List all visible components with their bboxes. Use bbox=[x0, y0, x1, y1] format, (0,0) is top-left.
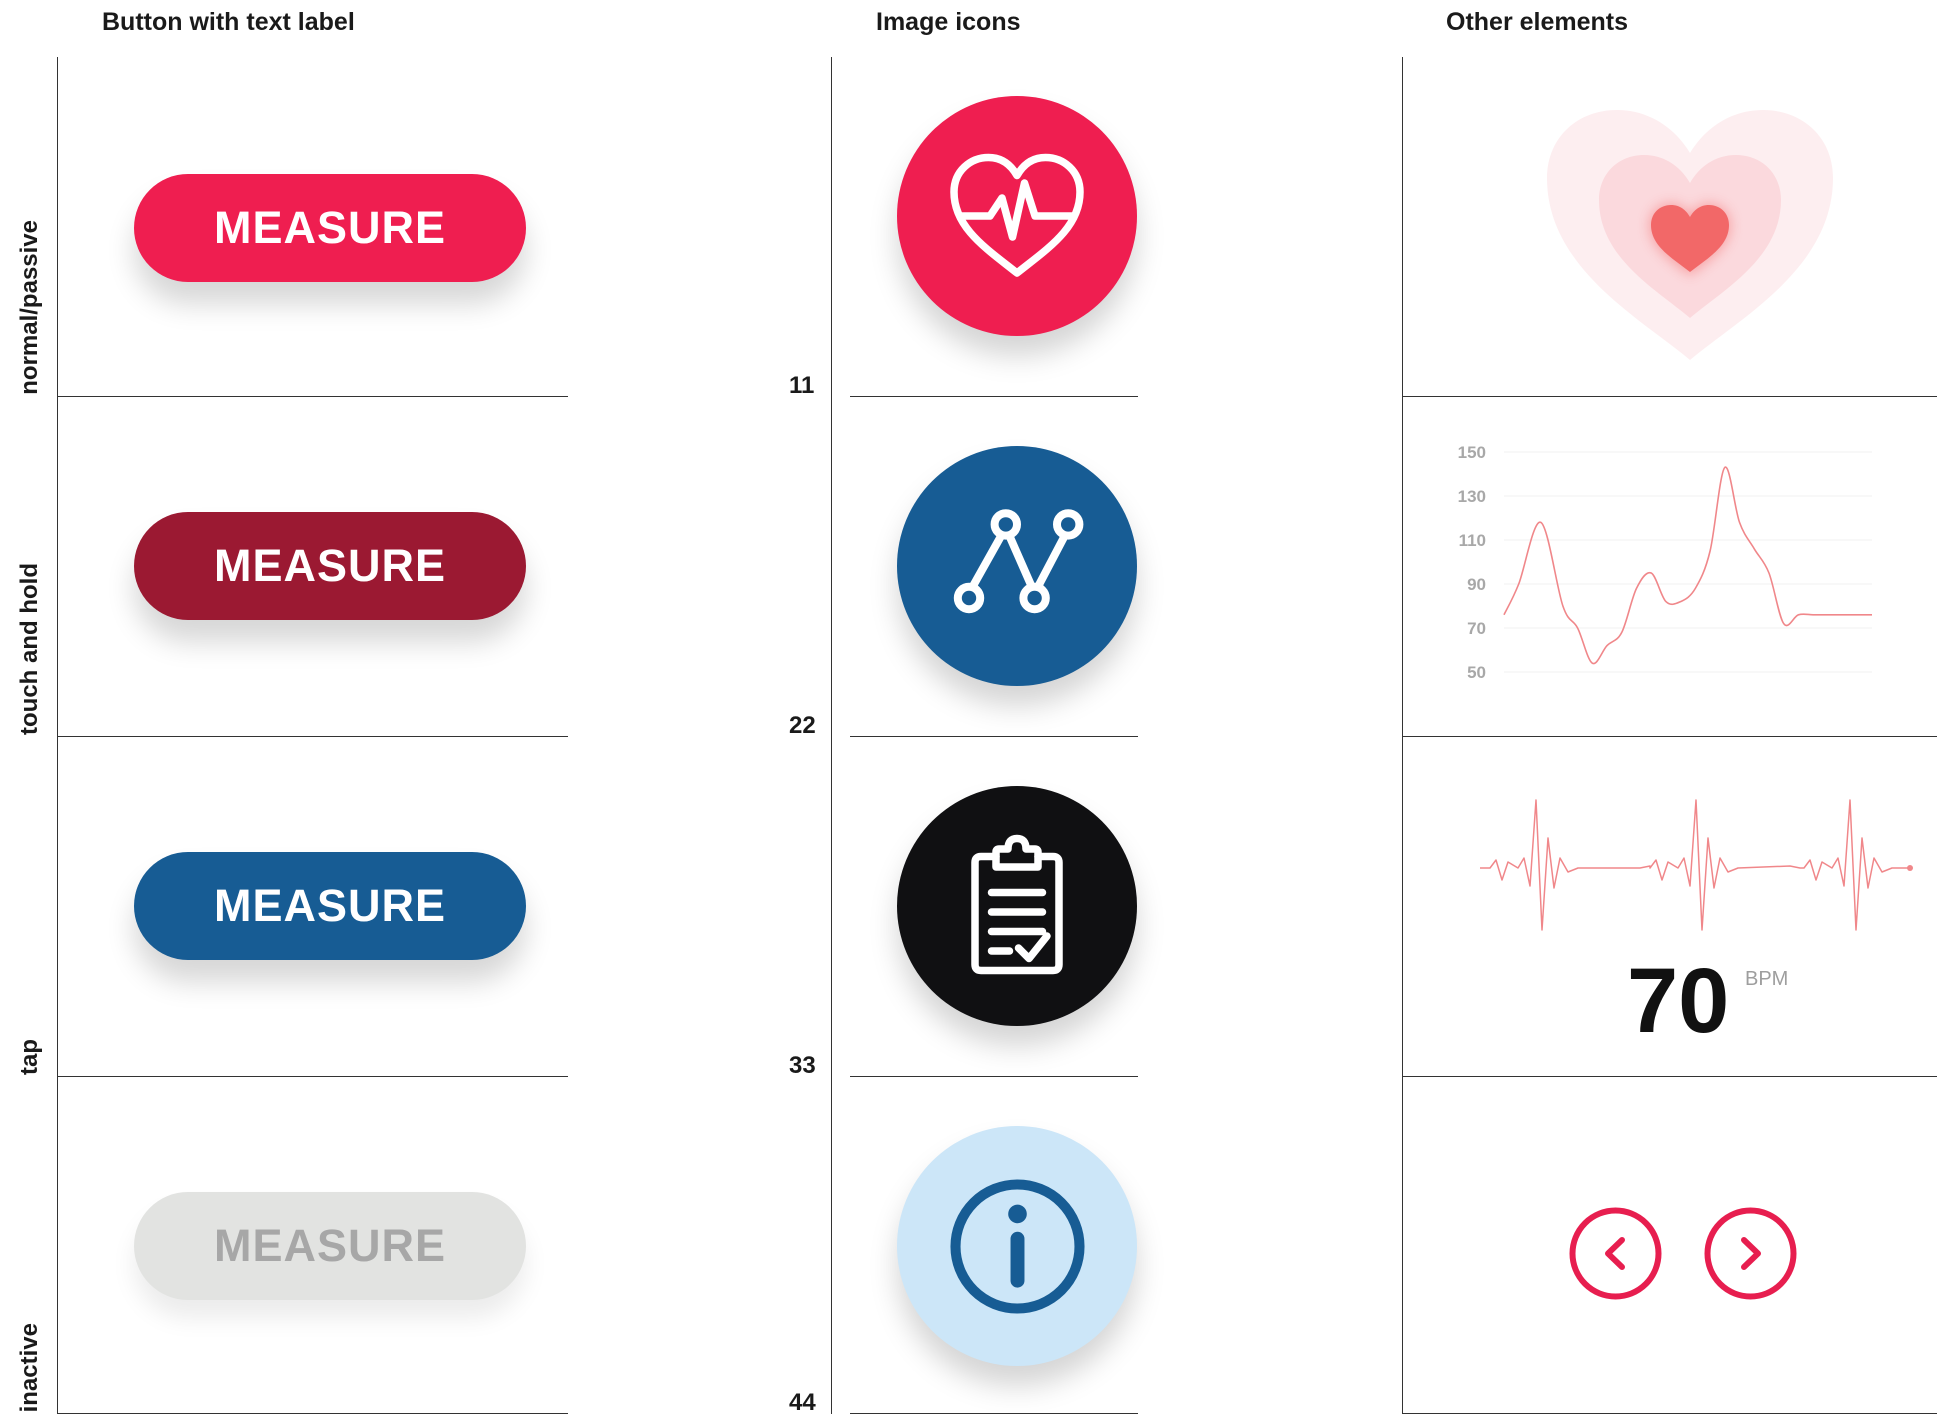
row-divider-middle bbox=[850, 396, 1138, 397]
row-divider-right bbox=[1402, 396, 1937, 397]
row-number: 22 bbox=[789, 712, 816, 739]
row-number: 33 bbox=[789, 1052, 816, 1079]
row-label-tap: tap bbox=[16, 1039, 43, 1075]
measure-button-inactive: MEASURE bbox=[134, 1192, 526, 1300]
heart-rate-series-line bbox=[1503, 466, 1872, 665]
column-header-icons: Image icons bbox=[876, 8, 1021, 36]
clipboard-button[interactable] bbox=[897, 786, 1137, 1026]
row-divider-middle bbox=[850, 1076, 1138, 1077]
info-icon bbox=[949, 1178, 1085, 1314]
heart-rate-chart: 150 130 110 90 70 50 bbox=[1442, 430, 1902, 690]
row-label-hold: touch and hold bbox=[16, 563, 43, 735]
clipboard-check-icon bbox=[971, 834, 1063, 975]
measure-button-hold[interactable]: MEASURE bbox=[134, 512, 526, 620]
row-divider-left bbox=[57, 736, 568, 737]
ecg-end-dot bbox=[1907, 865, 1913, 871]
column-header-buttons: Button with text label bbox=[102, 8, 355, 36]
row-divider-left bbox=[57, 396, 568, 397]
chevron-right-icon bbox=[1704, 1207, 1797, 1300]
row-divider-left bbox=[57, 1076, 568, 1077]
previous-button[interactable] bbox=[1568, 1206, 1663, 1301]
column-header-other: Other elements bbox=[1446, 8, 1629, 36]
ecg-waveform bbox=[1480, 799, 1913, 931]
ecg-line bbox=[1480, 799, 1910, 931]
row-label-inactive: inactive bbox=[16, 1322, 43, 1412]
bpm-unit: BPM bbox=[1745, 968, 1789, 990]
measure-button-tap[interactable]: MEASURE bbox=[134, 852, 526, 960]
row-divider-middle bbox=[850, 736, 1138, 737]
heart-pulse-icon bbox=[950, 153, 1084, 277]
y-tick-label: 90 bbox=[1467, 575, 1486, 594]
y-tick-label: 50 bbox=[1467, 663, 1486, 682]
row-label-normal: normal/passive bbox=[16, 220, 43, 395]
y-tick-label: 150 bbox=[1458, 443, 1486, 462]
chevron-left-icon bbox=[1569, 1207, 1662, 1300]
y-tick-label: 70 bbox=[1467, 619, 1486, 638]
bpm-value: 70 bbox=[1627, 950, 1730, 1052]
row-number: 11 bbox=[789, 372, 815, 399]
row-divider-right bbox=[1402, 1076, 1937, 1077]
next-button[interactable] bbox=[1703, 1206, 1798, 1301]
line-graph-icon bbox=[953, 509, 1084, 614]
row-number: 44 bbox=[789, 1389, 816, 1416]
layered-heart-graphic bbox=[1547, 110, 1833, 360]
measure-button-normal[interactable]: MEASURE bbox=[134, 174, 526, 282]
y-tick-label: 110 bbox=[1459, 531, 1486, 550]
graph-button[interactable] bbox=[897, 446, 1137, 686]
heart-rate-chart-svg: 150 130 110 90 70 50 bbox=[1458, 443, 1872, 682]
row-divider-right bbox=[1402, 736, 1937, 737]
info-button[interactable] bbox=[897, 1126, 1137, 1366]
heart-pulse-button[interactable] bbox=[897, 96, 1137, 336]
divider-middle bbox=[831, 57, 832, 1414]
y-tick-label: 130 bbox=[1458, 487, 1486, 506]
